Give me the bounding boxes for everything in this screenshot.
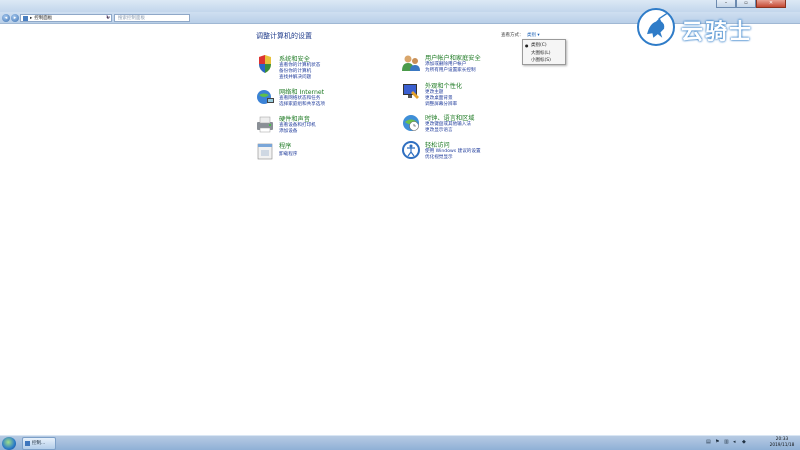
close-button[interactable]: ✕ <box>756 0 786 8</box>
programs-icon <box>257 143 273 160</box>
watermark-text: 云骑士 <box>681 20 754 45</box>
security-icon[interactable]: ◆ <box>742 439 748 446</box>
page-title: 调整计算机的设置 <box>256 32 312 40</box>
category-ease-of-access: 轻松访问 使用 Windows 建议的设置 优化视觉显示 <box>401 140 531 164</box>
taskbar-app-control-panel[interactable]: 控制... <box>22 437 56 450</box>
view-by-label: 查看方式： <box>501 33 524 38</box>
flag-icon[interactable]: ⚑ <box>715 439 721 446</box>
menu-item-small-icons[interactable]: 小图标(S) <box>531 57 551 63</box>
taskbar-clock[interactable]: 20:33 2019/11/18 <box>768 437 796 449</box>
category-system-security: 系统和安全 查看你的计算机状态 备份你的计算机 查找并解决问题 <box>255 54 385 84</box>
link-display-language[interactable]: 更改显示语言 <box>425 127 453 133</box>
category-hardware-sound: 硬件和声音 查看设备和打印机 添加设备 <box>255 114 385 138</box>
category-programs: 程序 卸载程序 <box>255 141 385 163</box>
taskbar-app-label: 控制... <box>32 441 46 446</box>
yunqishi-watermark: 云骑士 <box>637 8 783 50</box>
control-panel-icon <box>23 15 28 21</box>
link-uninstall[interactable]: 卸载程序 <box>279 151 297 157</box>
refresh-icon[interactable]: ↻ <box>106 15 110 21</box>
volume-icon[interactable]: ◂ <box>733 439 739 446</box>
taskbar: 控制... ▤ ⚑ ▥ ◂ ◆ 20:33 2019/11/18 <box>0 435 800 450</box>
minimize-button[interactable]: – <box>716 0 736 8</box>
knight-logo-icon <box>637 8 675 46</box>
category-title[interactable]: 程序 <box>279 141 291 150</box>
system-tray: ▤ ⚑ ▥ ◂ ◆ <box>706 439 748 446</box>
breadcrumb-control-panel[interactable]: 控制面板 <box>34 15 52 21</box>
clock-date: 2019/11/18 <box>769 443 795 448</box>
network-icon[interactable]: ▥ <box>724 439 730 446</box>
control-panel-icon <box>25 441 30 446</box>
clock-globe-icon <box>403 115 419 131</box>
link-add-device[interactable]: 添加设备 <box>279 128 297 134</box>
menu-item-large-icons[interactable]: 大图标(L) <box>531 50 551 56</box>
monitor-paint-icon <box>403 84 419 99</box>
shield-pc-icon <box>259 55 271 73</box>
link-screen-resolution[interactable]: 调整屏幕分辨率 <box>425 101 457 107</box>
view-by-dropdown[interactable]: 类别 ▾ <box>527 32 540 38</box>
selected-bullet-icon: ● <box>525 43 529 48</box>
category-user-accounts: 用户帐户和家庭安全 添加或删除用户帐户 为所有用户设置家长控制 <box>401 53 531 79</box>
path-separator: ▸ <box>30 15 33 21</box>
back-button[interactable]: ◂ <box>2 14 10 22</box>
keyboard-icon[interactable]: ▤ <box>706 439 712 446</box>
globe-network-icon <box>257 90 274 104</box>
window-controls: – ▫ ✕ <box>716 0 786 8</box>
category-clock-language: 时钟、语言和区域 更改键盘或其他输入法 更改显示语言 <box>401 113 531 137</box>
accessibility-icon <box>402 141 420 159</box>
link-parental-controls[interactable]: 为所有用户设置家长控制 <box>425 67 476 73</box>
category-network-internet: 网络和 Internet 查看网络状态和任务 选择家庭组和共享选项 <box>255 87 385 111</box>
link-optimize-display[interactable]: 优化视觉显示 <box>425 154 453 160</box>
forward-button[interactable]: ▸ <box>11 14 19 22</box>
search-input[interactable]: 搜索控制面板 <box>114 14 190 22</box>
maximize-button[interactable]: ▫ <box>736 0 756 8</box>
address-field[interactable]: ▸ 控制面板 ▾ <box>20 14 112 22</box>
start-button[interactable] <box>2 437 16 450</box>
users-icon <box>402 55 420 71</box>
printer-icon <box>257 116 273 133</box>
link-troubleshoot[interactable]: 查找并解决问题 <box>279 74 311 80</box>
link-homegroup[interactable]: 选择家庭组和共享选项 <box>279 101 325 107</box>
menu-item-category[interactable]: 类别(C) <box>531 42 547 48</box>
category-appearance: 外观和个性化 更改主题 更改桌面背景 调整屏幕分辨率 <box>401 81 531 109</box>
